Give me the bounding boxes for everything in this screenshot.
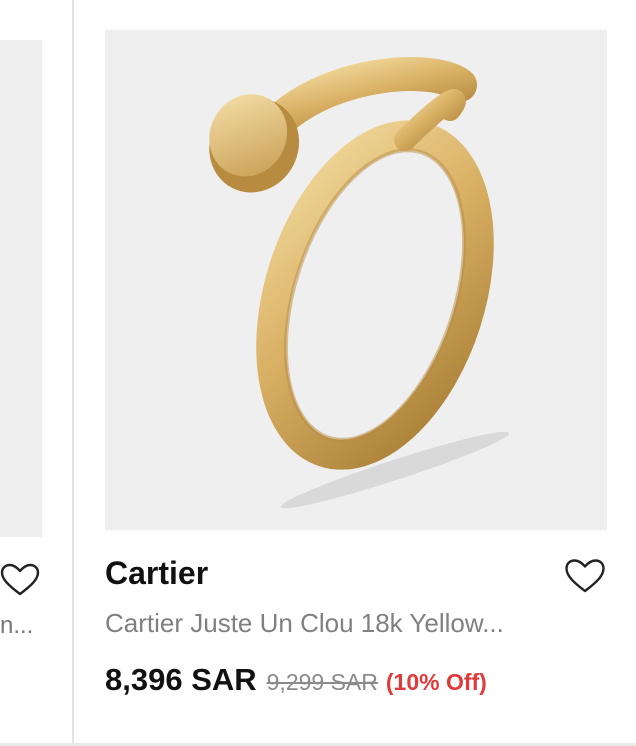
ring-image — [209, 57, 510, 509]
heart-icon — [565, 559, 605, 593]
current-price: 8,396 SAR — [105, 662, 257, 697]
original-price: 9,299 SAR — [266, 669, 378, 695]
left-product-image[interactable] — [0, 40, 42, 537]
product-brand[interactable]: Cartier — [105, 555, 208, 592]
left-product-title[interactable]: n... — [0, 612, 40, 640]
discount-badge: (10% Off) — [385, 669, 487, 695]
column-divider — [72, 0, 74, 746]
wishlist-button[interactable] — [564, 556, 606, 596]
heart-icon — [0, 563, 40, 596]
left-wishlist-button[interactable] — [0, 562, 40, 598]
product-image[interactable] — [105, 30, 607, 530]
product-title[interactable]: Cartier Juste Un Clou 18k Yellow... — [105, 608, 605, 639]
price-row: 8,396 SAR 9,299 SAR (10% Off) — [105, 662, 487, 698]
